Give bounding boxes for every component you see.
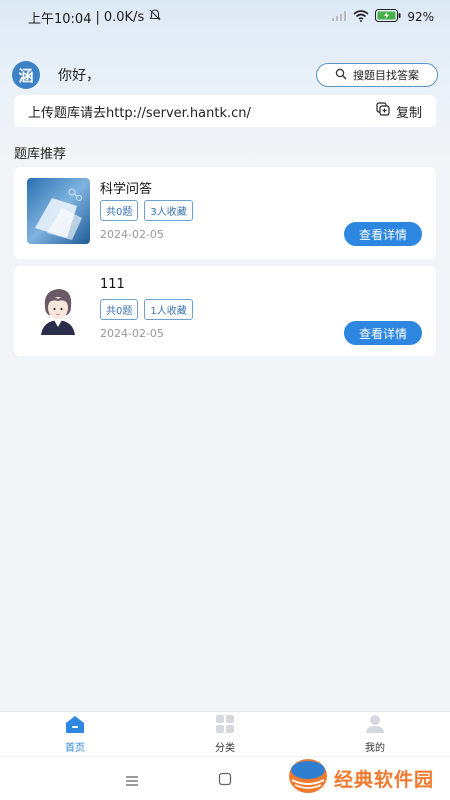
section-title: 题库推荐	[14, 147, 67, 162]
greeting-text: 你好，	[58, 68, 100, 84]
copy-button[interactable]: 复制	[376, 102, 422, 121]
upload-text: 上传题库请去http://server.hantk.cn/	[28, 105, 251, 121]
favorite-count-badge: 3人收藏	[144, 200, 193, 221]
status-divider: |	[95, 9, 100, 25]
battery-percent: 92%	[407, 10, 434, 24]
bank-thumbnail-character	[27, 277, 90, 343]
grid-icon	[214, 714, 236, 737]
view-details-button[interactable]: 查看详情	[344, 222, 422, 246]
bank-tags: 共0题 1人收藏	[100, 299, 193, 320]
copy-icon	[376, 102, 390, 120]
copy-label: 复制	[395, 105, 422, 121]
bottom-tab-bar: 首页 分类 我的	[0, 711, 450, 756]
search-icon	[335, 68, 347, 83]
avatar[interactable]: 涵	[12, 61, 40, 89]
search-button-label: 搜题目找答案	[353, 69, 419, 82]
bank-name: 111	[100, 277, 125, 292]
status-network-speed: 0.0K/s	[103, 9, 145, 25]
home-square-icon[interactable]	[218, 771, 232, 790]
header: 涵 你好， 搜题目找答案	[12, 60, 438, 90]
tab-mine-label: 我的	[365, 743, 385, 754]
tab-mine[interactable]: 我的	[300, 712, 450, 756]
bank-name: 科学问答	[100, 182, 153, 197]
favorite-count-badge: 1人收藏	[144, 299, 193, 320]
bank-date: 2024-02-05	[100, 228, 164, 241]
signal-icon	[331, 10, 347, 25]
status-right: 92%	[331, 9, 434, 25]
watermark-logo-icon	[286, 756, 330, 800]
bank-card[interactable]: 科学问答 共0题 3人收藏 2024-02-05 查看详情	[14, 167, 436, 259]
upload-banner: 上传题库请去http://server.hantk.cn/ 复制	[14, 95, 436, 127]
bank-card[interactable]: 111 共0题 1人收藏 2024-02-05 查看详情	[14, 266, 436, 356]
view-details-button[interactable]: 查看详情	[344, 321, 422, 345]
home-icon	[64, 714, 86, 737]
tab-category[interactable]: 分类	[150, 712, 300, 756]
bank-tags: 共0题 3人收藏	[100, 200, 193, 221]
search-button[interactable]: 搜题目找答案	[316, 63, 438, 87]
battery-charging-icon	[375, 9, 401, 25]
menu-icon[interactable]	[125, 772, 139, 791]
tab-category-label: 分类	[215, 743, 235, 754]
watermark-text: 经典软件园	[333, 768, 434, 791]
question-count-badge: 共0题	[100, 200, 139, 221]
status-time: 上午10:04	[28, 11, 92, 27]
bank-date: 2024-02-05	[100, 327, 164, 340]
bank-thumbnail-science	[27, 178, 90, 244]
question-count-badge: 共0题	[100, 299, 139, 320]
wifi-icon	[353, 9, 369, 25]
mute-bell-icon	[148, 8, 162, 26]
status-left: 上午10:04 | 0.0K/s	[28, 8, 162, 27]
status-bar: 上午10:04 | 0.0K/s 92%	[0, 0, 450, 34]
user-icon	[364, 714, 386, 737]
watermark: 经典软件园	[286, 756, 434, 800]
tab-home[interactable]: 首页	[0, 712, 150, 756]
tab-home-label: 首页	[65, 743, 85, 754]
